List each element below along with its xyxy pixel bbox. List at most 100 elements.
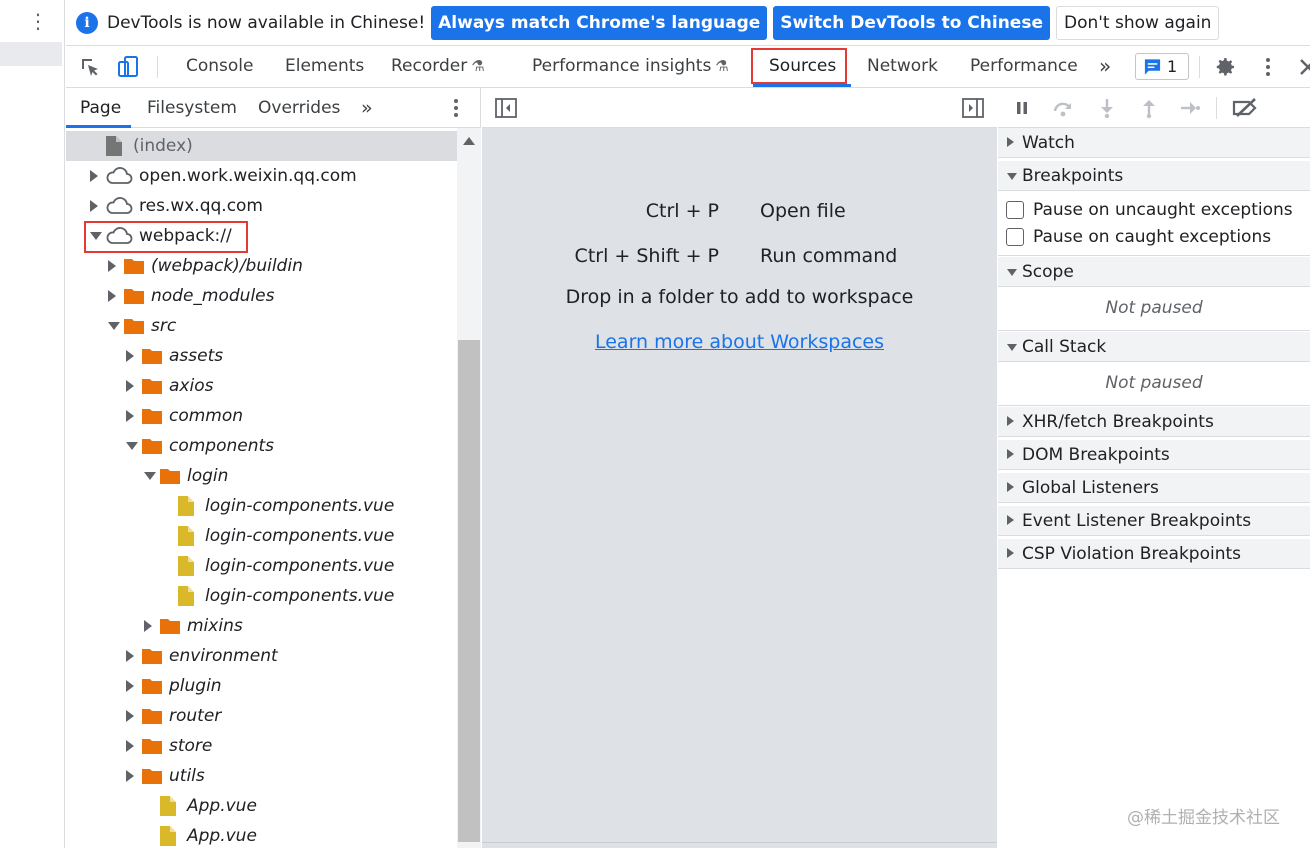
triangle-right-icon[interactable] — [126, 380, 134, 392]
tree-item[interactable]: open.work.weixin.qq.com — [66, 161, 457, 191]
tab-console[interactable]: Console — [186, 46, 254, 87]
triangle-right-icon[interactable] — [126, 770, 134, 782]
triangle-right-icon[interactable] — [108, 290, 116, 302]
xhr-breakpoints-pane-header[interactable]: XHR/fetch Breakpoints — [998, 407, 1310, 437]
triangle-right-icon[interactable] — [126, 650, 134, 662]
folder-icon — [124, 289, 144, 304]
learn-more-workspaces-link-text[interactable]: Learn more about Workspaces — [595, 331, 884, 353]
tree-item[interactable]: login — [66, 461, 457, 491]
event-listener-breakpoints-title: Event Listener Breakpoints — [1022, 511, 1252, 531]
customize-kebab-icon[interactable] — [1256, 55, 1280, 79]
watch-pane-header[interactable]: Watch — [998, 128, 1310, 158]
tree-item[interactable]: login-components.vue — [66, 551, 457, 581]
switch-to-chinese-button[interactable]: Switch DevTools to Chinese — [773, 5, 1050, 40]
global-listeners-pane-header[interactable]: Global Listeners — [998, 473, 1310, 503]
tree-item[interactable]: App.vue — [66, 791, 457, 821]
triangle-down-icon[interactable] — [144, 472, 156, 480]
scope-pane-header[interactable]: Scope — [998, 257, 1310, 287]
tab-elements[interactable]: Elements — [285, 46, 364, 87]
tree-item[interactable]: store — [66, 731, 457, 761]
triangle-down-icon — [1007, 173, 1017, 180]
tree-item[interactable]: App.vue — [66, 821, 457, 848]
tree-item[interactable]: mixins — [66, 611, 457, 641]
breakpoints-pane-header[interactable]: Breakpoints — [998, 161, 1310, 191]
tab-performance[interactable]: Performance — [970, 46, 1078, 87]
more-tabs-button[interactable]: » — [1099, 46, 1111, 87]
scroll-up-arrow-icon[interactable] — [463, 137, 475, 145]
tab-performance-insights[interactable]: Performance insights ⚗ — [532, 46, 729, 87]
tree-item[interactable]: axios — [66, 371, 457, 401]
navigator-more-tabs-button[interactable]: » — [361, 88, 373, 128]
deactivate-breakpoints-icon[interactable] — [1231, 96, 1261, 120]
close-icon[interactable] — [1296, 55, 1310, 79]
tree-item-label: login-components.vue — [205, 556, 395, 576]
tree-item[interactable]: components — [66, 431, 457, 461]
triangle-right-icon[interactable] — [126, 680, 134, 692]
page-kebab-icon[interactable]: ⋮ — [28, 9, 48, 33]
tab-overrides[interactable]: Overrides — [258, 88, 340, 128]
cloud-icon — [106, 197, 133, 214]
triangle-down-icon[interactable] — [108, 322, 120, 330]
shortcut-action: Open file — [760, 200, 846, 222]
tab-filesystem[interactable]: Filesystem — [147, 88, 237, 128]
debugger-toolbar — [998, 88, 1310, 128]
triangle-right-icon[interactable] — [126, 410, 134, 422]
tree-item[interactable]: plugin — [66, 671, 457, 701]
navigator-menu-kebab-icon[interactable] — [446, 97, 466, 119]
tree-item[interactable]: common — [66, 401, 457, 431]
pause-icon[interactable] — [1010, 96, 1034, 120]
settings-gear-icon[interactable] — [1213, 55, 1237, 79]
tab-page[interactable]: Page — [80, 88, 121, 128]
triangle-right-icon[interactable] — [126, 350, 134, 362]
tree-item[interactable]: res.wx.qq.com — [66, 191, 457, 221]
always-match-language-button[interactable]: Always match Chrome's language — [431, 5, 768, 40]
debugger-toolbar-separator — [1216, 97, 1217, 119]
tab-recorder[interactable]: Recorder ⚗ — [391, 46, 485, 87]
triangle-right-icon[interactable] — [108, 260, 116, 272]
tree-item[interactable]: (index) — [66, 131, 457, 161]
triangle-right-icon[interactable] — [126, 740, 134, 752]
dom-breakpoints-pane-header[interactable]: DOM Breakpoints — [998, 440, 1310, 470]
toggle-debugger-icon[interactable] — [961, 97, 985, 119]
tree-item[interactable]: utils — [66, 761, 457, 791]
step-over-icon[interactable] — [1051, 96, 1075, 120]
triangle-right-icon[interactable] — [144, 620, 152, 632]
call-stack-pane-header[interactable]: Call Stack — [998, 332, 1310, 362]
triangle-right-icon[interactable] — [126, 710, 134, 722]
device-toolbar-icon[interactable] — [116, 55, 140, 79]
tree-item[interactable]: (webpack)/buildin — [66, 251, 457, 281]
inspect-element-icon[interactable] — [78, 55, 102, 79]
tab-network[interactable]: Network — [867, 46, 938, 87]
page-selected-row — [0, 42, 62, 66]
tree-item[interactable]: assets — [66, 341, 457, 371]
pause-uncaught-checkbox[interactable] — [1006, 201, 1024, 219]
issues-badge[interactable]: 1 — [1135, 53, 1189, 80]
triangle-down-icon[interactable] — [126, 442, 138, 450]
tree-item-label: login-components.vue — [205, 526, 395, 546]
webpack-node-highlight — [84, 221, 248, 253]
navigator-scrollbar-thumb[interactable] — [458, 340, 480, 842]
dont-show-again-button[interactable]: Don't show again — [1055, 5, 1220, 40]
csp-violation-breakpoints-pane-header[interactable]: CSP Violation Breakpoints — [998, 539, 1310, 569]
event-listener-breakpoints-pane-header[interactable]: Event Listener Breakpoints — [998, 506, 1310, 536]
scope-pane-body: Not paused — [998, 288, 1310, 331]
tree-item[interactable]: login-components.vue — [66, 581, 457, 611]
tree-item-label: login — [187, 466, 229, 486]
language-infobar: i DevTools is now available in Chinese! … — [66, 0, 1310, 46]
triangle-right-icon[interactable] — [90, 200, 98, 212]
shortcut-action: Run command — [760, 245, 898, 267]
triangle-right-icon[interactable] — [90, 170, 98, 182]
tree-item[interactable]: login-components.vue — [66, 491, 457, 521]
tree-item[interactable]: login-components.vue — [66, 521, 457, 551]
toggle-navigator-icon[interactable] — [494, 97, 518, 119]
tree-item[interactable]: router — [66, 701, 457, 731]
step-into-icon[interactable] — [1095, 96, 1119, 120]
tree-item[interactable]: src — [66, 311, 457, 341]
tabbar-separator — [157, 56, 158, 78]
message-icon — [1144, 59, 1161, 75]
pause-caught-checkbox[interactable] — [1006, 228, 1024, 246]
step-out-icon[interactable] — [1137, 96, 1161, 120]
tree-item[interactable]: environment — [66, 641, 457, 671]
step-icon[interactable] — [1178, 96, 1202, 120]
tree-item[interactable]: node_modules — [66, 281, 457, 311]
